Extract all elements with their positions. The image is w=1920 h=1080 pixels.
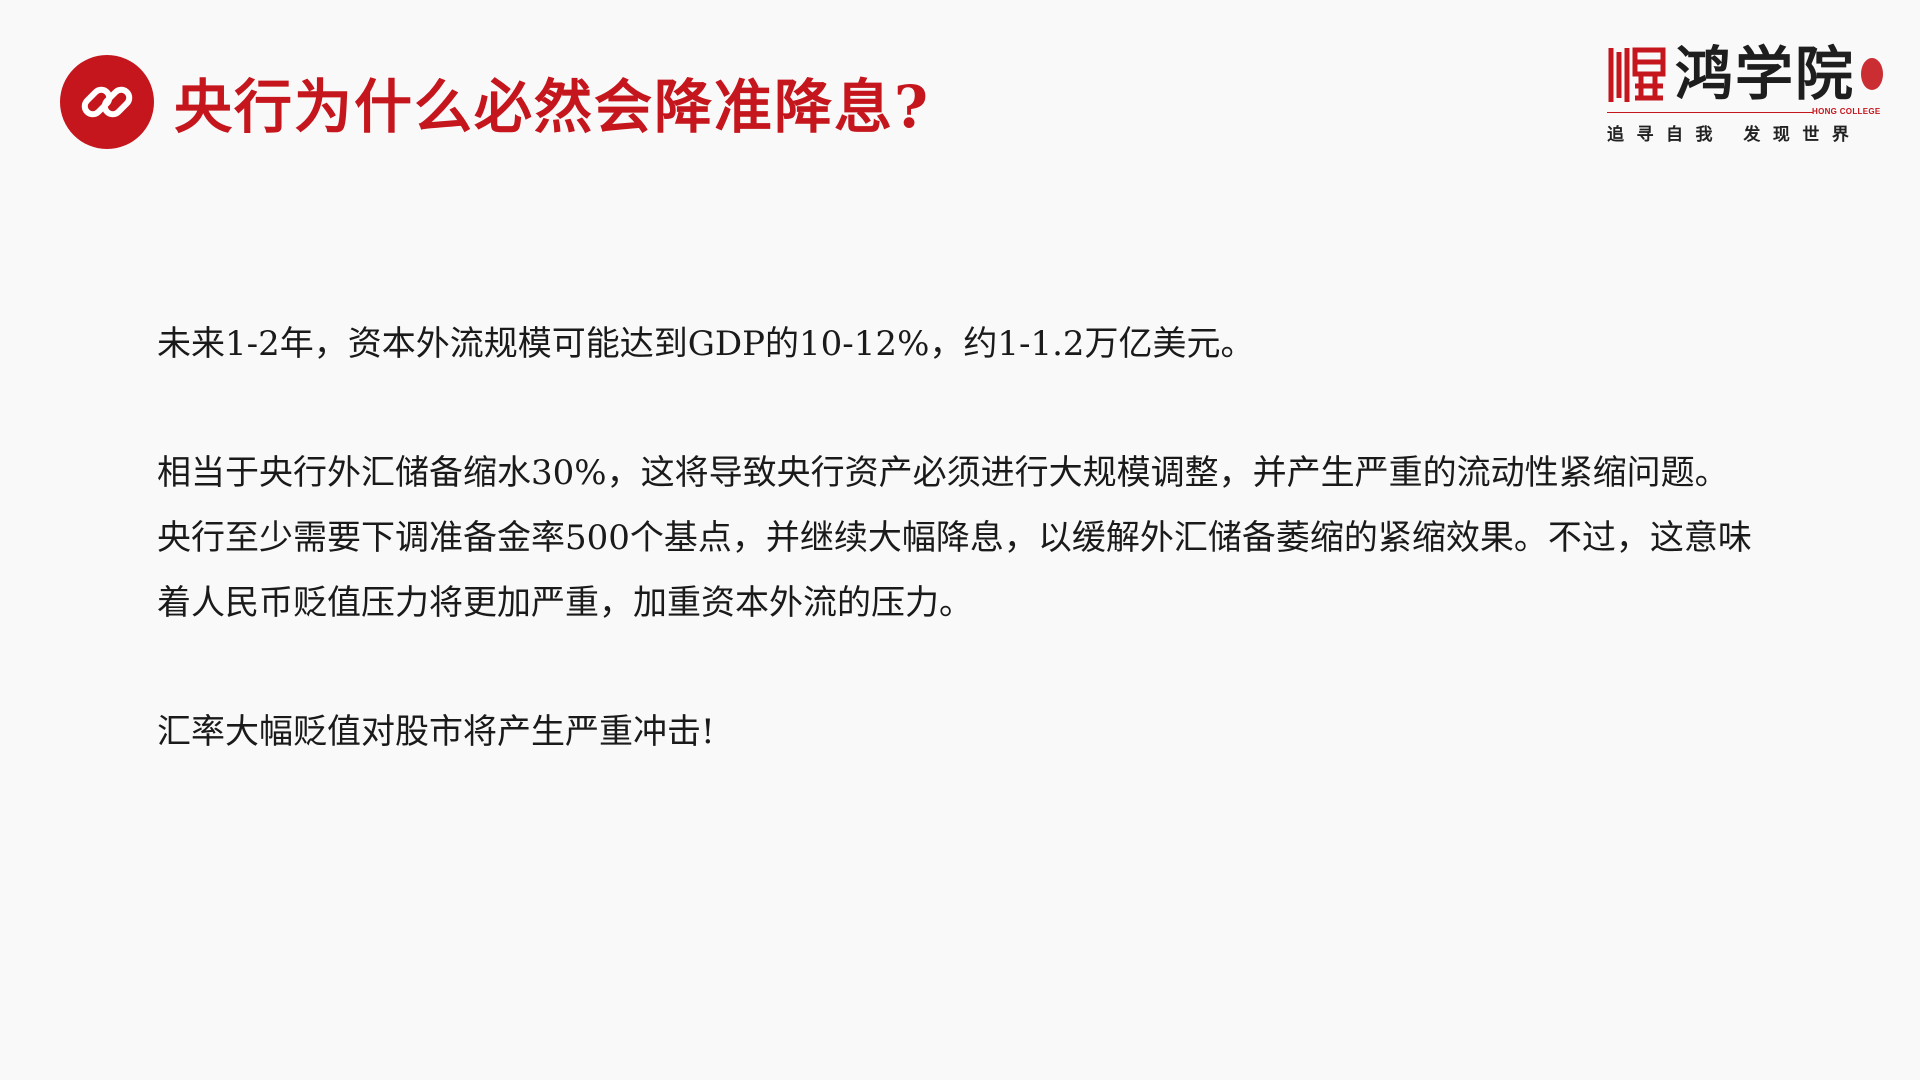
- slide-body: 未来1-2年，资本外流规模可能达到GDP的10-12%，约1-1.2万亿美元。 …: [157, 312, 1757, 829]
- seal-emblem-icon: [1608, 47, 1666, 102]
- paragraph-reserve-shrink: 相当于央行外汇储备缩水30%，这将导致央行资产必须进行大规模调整，并产生严重的流…: [157, 453, 1752, 623]
- logo-english-name: HONG COLLEGE: [1812, 107, 1881, 116]
- logo-slogan: 追寻自我 发现世界: [1607, 125, 1862, 145]
- title-badge: [60, 55, 154, 149]
- link-icon: [81, 86, 133, 118]
- paragraph-capital-outflow: 未来1-2年，资本外流规模可能达到GDP的10-12%，约1-1.2万亿美元。: [157, 324, 1255, 364]
- slide-header: 央行为什么必然会降准降息?: [60, 55, 930, 149]
- logo-stamp: [1861, 58, 1883, 90]
- paragraph-stock-impact: 汇率大幅贬值对股市将产生严重冲击!: [157, 712, 715, 752]
- logo-name: 鸿学院: [1675, 40, 1856, 108]
- logo-divider: [1607, 112, 1813, 113]
- college-logo: 鸿学院 HONG COLLEGE 追寻自我 发现世界: [1605, 40, 1885, 145]
- page-title: 央行为什么必然会降准降息?: [174, 73, 930, 141]
